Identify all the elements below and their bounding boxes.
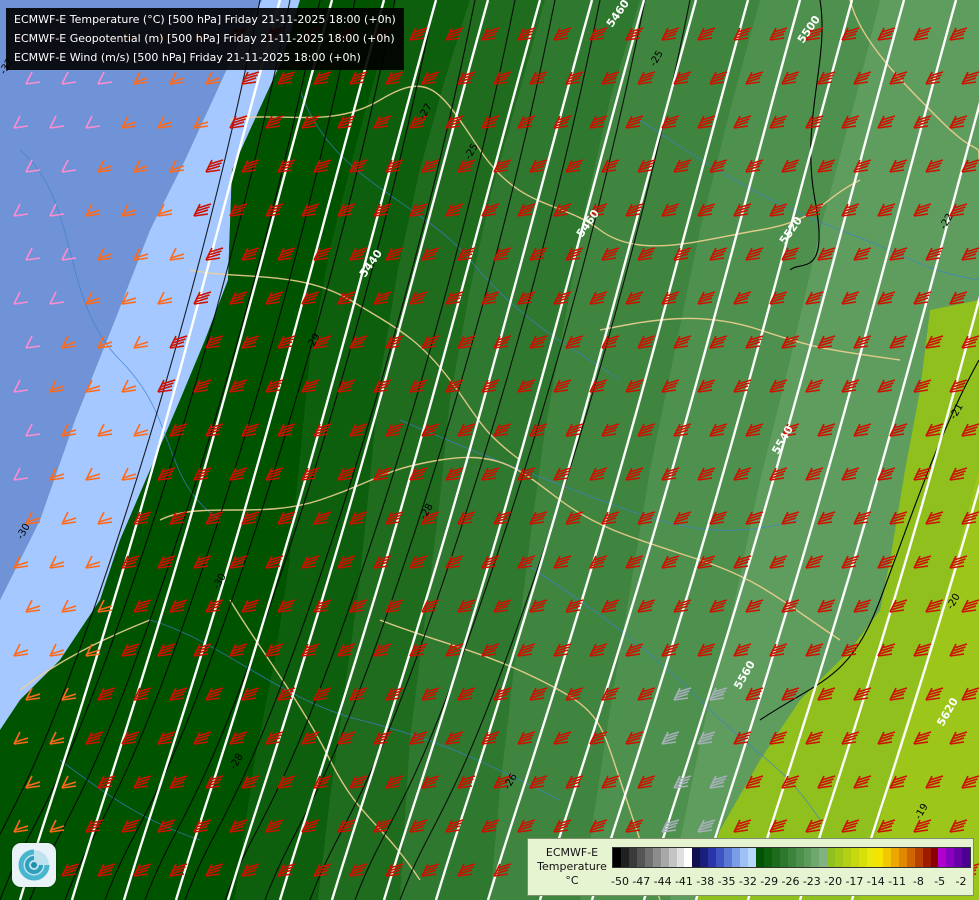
legend-swatch (692, 848, 701, 867)
legend-tick-label: -32 (738, 875, 757, 888)
legend-tick-label: -11 (888, 875, 907, 888)
temperature-fill-layer (0, 0, 979, 900)
legend-swatch (700, 848, 709, 867)
legend-tick-label: -50 (611, 875, 629, 888)
legend-swatch (890, 848, 899, 867)
legend-tick-label: -2 (955, 875, 967, 888)
legend-tick-label: -44 (653, 875, 672, 888)
legend-tick-label: -23 (802, 875, 821, 888)
temperature-legend: ECMWF-E Temperature °C -50 -47 -44 -41 -38 -3… (527, 838, 974, 896)
legend-swatch (819, 848, 828, 867)
legend-tick-label: -5 (934, 875, 946, 888)
legend-swatch (660, 848, 669, 867)
legend-swatch (732, 848, 740, 867)
legend-swatch (620, 848, 629, 867)
map-canvas: 54605500544054605520554055605620-32-30-3… (0, 0, 979, 900)
title-geopotential: ECMWF-E Geopotential (m) [500 hPa] Frida… (14, 32, 395, 45)
legend-swatch (827, 848, 836, 867)
legend-swatch (684, 848, 693, 867)
legend-swatch (747, 848, 756, 867)
map-title-box: ECMWF-E Temperature (°C) [500 hPa] Frida… (6, 8, 404, 70)
legend-swatch (613, 848, 621, 867)
legend-tick-label: -38 (696, 875, 715, 888)
legend-title-unit: °C (565, 874, 579, 887)
legend-swatch (882, 848, 891, 867)
legend-tick-row: -50 -47 -44 -41 -38 -35 -32 -29 -26 -23 -20 -17 -14-… (611, 875, 969, 889)
title-wind: ECMWF-E Wind (m/s) [500 hPa] Friday 21-1… (14, 51, 361, 64)
legend-swatch (898, 848, 907, 867)
legend-title-variable: Temperature (537, 860, 607, 873)
title-temperature: ECMWF-E Temperature (°C) [500 hPa] Frida… (14, 13, 396, 26)
legend-swatch (851, 848, 860, 867)
swirl-icon (18, 849, 50, 881)
legend-tick-label: -47 (632, 875, 651, 888)
legend-swatch (724, 848, 733, 867)
legend-swatch (787, 848, 796, 867)
legend-swatch (962, 848, 971, 867)
legend-swatch (652, 848, 661, 867)
legend-swatch (628, 848, 637, 867)
legend-swatch (859, 848, 867, 867)
legend-tick-label: -26 (781, 875, 800, 888)
legend-swatch (668, 848, 677, 867)
legend-swatch (644, 848, 653, 867)
legend-tick-label: -29 (760, 875, 779, 888)
legend-swatch (763, 848, 772, 867)
legend-swatch (954, 848, 963, 867)
legend-swatch (636, 848, 645, 867)
legend-tick-label: -17 (845, 875, 864, 888)
legend-swatch (835, 848, 844, 867)
provider-logo (12, 843, 56, 887)
legend-tick-label: -41 (674, 875, 693, 888)
legend-tick-label: -35 (717, 875, 736, 888)
legend-swatch (914, 848, 923, 867)
legend-swatch (771, 848, 780, 867)
legend-title: ECMWF-E Temperature °C (534, 846, 610, 888)
legend-swatch (740, 848, 748, 867)
legend-swatch (811, 848, 820, 867)
legend-swatch (843, 848, 852, 867)
legend-swatch (795, 848, 804, 867)
legend-title-model: ECMWF-E (545, 846, 599, 859)
legend-swatch (779, 848, 788, 867)
legend-tick-label: -14 (866, 875, 885, 888)
legend-swatch (716, 848, 725, 867)
legend-swatch (708, 848, 717, 867)
legend-swatch (867, 848, 875, 867)
legend-swatch (922, 848, 931, 867)
legend-swatch (755, 848, 764, 867)
legend-swatch (938, 848, 947, 867)
weather-map[interactable]: 54605500544054605520554055605620-32-30-3… (0, 0, 979, 900)
legend-tick-label: -8 (912, 875, 924, 888)
legend-swatch (930, 848, 939, 867)
legend-color-bar (612, 847, 971, 868)
legend-tick-label: -20 (824, 875, 843, 888)
legend-swatch (676, 848, 685, 867)
legend-swatch (946, 848, 955, 867)
legend-swatch (906, 848, 915, 867)
legend-swatch (803, 848, 812, 867)
legend-swatch (874, 848, 883, 867)
